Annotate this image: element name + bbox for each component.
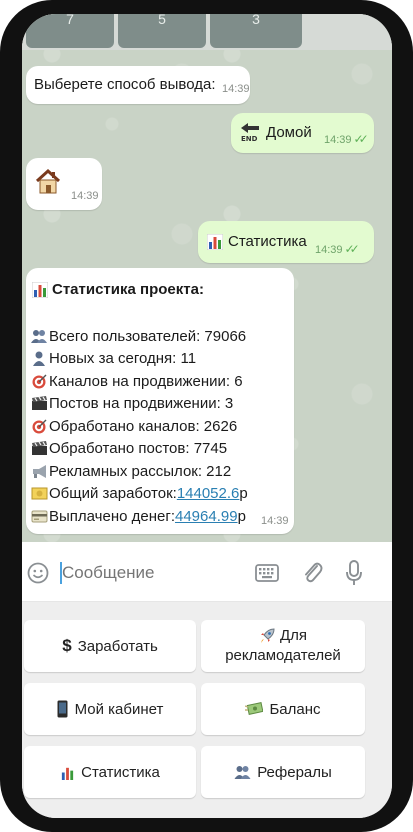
user-icon (31, 351, 48, 367)
message-time: 14:39 (261, 515, 289, 527)
stats-mailings-text: Рекламных рассылок: 212 (49, 462, 232, 480)
end-arrow-icon: END (239, 122, 261, 143)
stats-title-row: Статистика проекта: (31, 281, 204, 298)
stats-earned-unit: р (239, 485, 248, 503)
chat-area: 7 5 3 Выберете способ вывода: 14:39 END … (22, 14, 392, 542)
stats-earned-value[interactable]: 144052.6 (177, 485, 240, 502)
megaphone-icon (31, 464, 48, 479)
stats-channels-done: Обработано каналов: 2626 (31, 415, 248, 438)
message-meta: 14:39 ✓✓ (324, 130, 369, 147)
phone-frame: 7 5 3 Выберете способ вывода: 14:39 END … (0, 0, 413, 832)
screen: 7 5 3 Выберете способ вывода: 14:39 END … (22, 14, 392, 818)
top-keyboard-row: 7 5 3 (22, 14, 392, 50)
stats-channels-done-text: Обработано каналов: 2626 (49, 417, 238, 435)
bar-chart-icon (31, 281, 49, 298)
message-stats-command: Статистика 14:39 ✓✓ (198, 221, 374, 263)
clapper-icon (31, 396, 48, 411)
stats-channels-promo: Каналов на продвижении: 6 (31, 370, 248, 393)
stats-title: Статистика проекта: (52, 281, 204, 298)
advertisers-label-1: Для (279, 627, 308, 644)
earn-button[interactable]: $ Заработать (24, 620, 196, 672)
message-choose-method: Выберете способ вывода: 14:39 (26, 66, 250, 104)
stats-lines: Всего пользователей: 79066 Новых за сего… (31, 325, 248, 528)
message-meta: 14:39 ✓✓ (315, 240, 360, 257)
top-key-3[interactable]: 3 (210, 14, 302, 48)
flying-money-icon (245, 702, 264, 716)
bot-keyboard: $ Заработать Для рекламодателей Мой каби… (22, 602, 392, 818)
stats-users: Всего пользователей: 79066 (31, 325, 248, 348)
top-key-5[interactable]: 5 (118, 14, 206, 48)
users-icon (234, 765, 252, 780)
message-text: Выберете способ вывода: (34, 76, 216, 93)
bar-chart-icon (60, 765, 75, 780)
stats-paid: Выплачено денег: 44964.99 р (31, 505, 248, 528)
stats-users-text: Всего пользователей: 79066 (49, 327, 247, 345)
my-cabinet-label: Мой кабинет (74, 700, 164, 718)
my-cabinet-button[interactable]: Мой кабинет (24, 683, 196, 735)
stats-mailings: Рекламных рассылок: 212 (31, 460, 248, 483)
balance-label: Баланс (269, 700, 321, 718)
money-icon (31, 486, 48, 501)
stats-new-today-text: Новых за сегодня: 11 (49, 350, 197, 368)
microphone-icon[interactable] (344, 559, 364, 587)
advertisers-button[interactable]: Для рекламодателей (201, 620, 365, 672)
users-icon (31, 329, 48, 344)
clapper-icon (31, 441, 48, 456)
message-home-command: END Домой 14:39 ✓✓ (231, 113, 374, 153)
stats-channels-promo-text: Каналов на продвижении: 6 (49, 372, 243, 390)
stats-posts-done: Обработано постов: 7745 (31, 438, 248, 461)
message-input[interactable] (62, 558, 242, 588)
message-time: 14:39 (315, 244, 343, 256)
target-icon (31, 419, 48, 434)
target-icon (31, 374, 48, 389)
credit-card-icon (31, 509, 48, 524)
message-time: 14:39 (71, 190, 99, 202)
attach-icon[interactable] (301, 559, 323, 585)
bar-chart-icon (206, 233, 224, 251)
stats-posts-done-text: Обработано постов: 7745 (49, 440, 228, 458)
dollar-icon: $ (62, 636, 72, 655)
referrals-label: Рефералы (257, 763, 332, 781)
stats-earned: Общий заработок: 144052.6 р (31, 483, 248, 506)
read-ticks-icon: ✓✓ (344, 242, 360, 256)
keyboard-icon[interactable] (255, 563, 279, 583)
message-input-bar (22, 542, 392, 602)
message-house-emoji: 14:39 (26, 158, 102, 210)
advertisers-label-2: рекламодателей (225, 647, 341, 664)
message-time: 14:39 (324, 134, 352, 146)
stats-paid-value[interactable]: 44964.99 (175, 508, 238, 525)
statistics-label: Статистика (81, 763, 160, 781)
message-text: Статистика (228, 233, 307, 250)
svg-text:END: END (241, 135, 258, 142)
message-time: 14:39 (222, 83, 250, 95)
read-ticks-icon: ✓✓ (353, 132, 369, 146)
balance-button[interactable]: Баланс (201, 683, 365, 735)
top-key-7[interactable]: 7 (26, 14, 114, 48)
emoji-icon[interactable] (27, 562, 49, 584)
statistics-button[interactable]: Статистика (24, 746, 196, 798)
house-icon (34, 168, 62, 196)
referrals-button[interactable]: Рефералы (201, 746, 365, 798)
stats-posts-promo-text: Постов на продвижении: 3 (49, 395, 234, 413)
stats-paid-label: Выплачено денег: (49, 507, 175, 525)
message-text: Домой (266, 124, 312, 141)
stats-paid-unit: р (237, 507, 246, 525)
stats-posts-promo: Постов на продвижении: 3 (31, 393, 248, 416)
advertisers-line-1: Для (259, 626, 307, 646)
rocket-icon (259, 628, 275, 644)
message-stats-report: Статистика проекта: Всего пользователей:… (26, 268, 294, 534)
stats-earned-label: Общий заработок: (49, 485, 177, 503)
stats-new-today: Новых за сегодня: 11 (31, 348, 248, 371)
phone-icon (57, 700, 68, 718)
earn-button-label: Заработать (77, 637, 158, 655)
